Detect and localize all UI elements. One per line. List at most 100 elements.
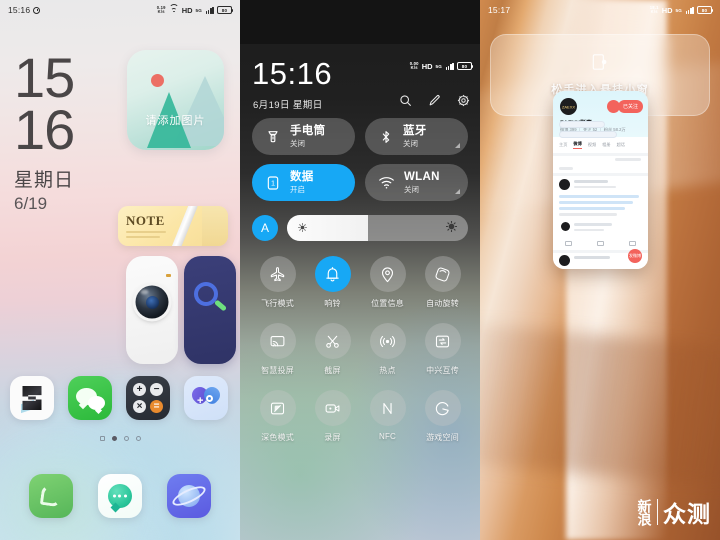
hd-icon: HD [181, 5, 193, 15]
toggle-screenshot[interactable]: 截屏 [305, 323, 360, 376]
comment-icon[interactable] [596, 241, 604, 246]
data-rate-indicator: 0.00 K/s [410, 61, 419, 70]
note-line [126, 231, 166, 233]
post-avatar [559, 255, 570, 266]
like-icon[interactable] [628, 241, 636, 246]
toggle-label: 智慧投屏 [261, 366, 294, 375]
phone-app[interactable] [28, 474, 73, 518]
calculator-app[interactable]: + − × = [126, 376, 170, 420]
signal-bars-icon [445, 62, 454, 70]
profile-chip [559, 131, 617, 138]
toggle-label: 自动旋转 [426, 299, 459, 308]
signal-bars-icon [205, 6, 214, 14]
page-dot-2[interactable] [123, 436, 129, 441]
toggle-nfc[interactable]: NFC [360, 390, 415, 443]
note-fold [202, 206, 228, 246]
weibo-app-preview[interactable]: ZAEXX 已关注 ZAEXX影事 微博 399 ｜ 关注 52 ｜ 粉丝 58… [553, 91, 648, 269]
signal-bars-icon [685, 6, 694, 14]
tile-status: 关闭 [290, 138, 305, 148]
watermark: 新浪 众测 [637, 495, 712, 529]
record-screen-icon [314, 390, 351, 426]
brightness-row: A [252, 215, 468, 241]
tab-video[interactable]: 视频 [588, 142, 596, 148]
data-rate-unit: K/s [157, 9, 165, 14]
browser-app[interactable] [167, 474, 212, 518]
toggle-label: 中兴互传 [426, 366, 459, 375]
settings-icon[interactable] [457, 94, 470, 107]
auto-rotate-icon [424, 256, 461, 292]
camera-widget[interactable] [126, 256, 178, 364]
page-dot-1[interactable] [111, 436, 117, 441]
brightness-slider[interactable] [287, 215, 468, 241]
tile-title: 蓝牙 [403, 124, 427, 137]
game-plus-icon: + [197, 395, 204, 407]
post-text-line [559, 201, 633, 204]
tile-wlan[interactable]: WLAN 关闭 [365, 164, 468, 201]
toggle-hotspot[interactable]: 热点 [360, 323, 415, 376]
edit-icon[interactable] [428, 94, 441, 107]
toggle-ringer[interactable]: 响铃 [305, 256, 360, 309]
tile-bluetooth[interactable]: 蓝牙 关闭 [365, 118, 468, 155]
clock-weekday: 星期日 [14, 170, 75, 192]
photo-widget[interactable]: 请添加图片 [127, 50, 224, 150]
cast-screen-icon [259, 323, 296, 359]
toggle-auto-rotate[interactable]: 自动旋转 [415, 256, 470, 309]
follow-button[interactable]: 已关注 [617, 100, 643, 113]
statusbar-home: 15:16 0.19 K/s HD 5G 80 [0, 0, 240, 20]
tile-flashlight[interactable]: 手电筒 关闭 [252, 118, 355, 155]
page-dot-3[interactable] [135, 436, 141, 441]
toggle-location[interactable]: 位置信息 [360, 256, 415, 309]
expand-corner-icon[interactable] [455, 143, 460, 148]
tile-status: 关闭 [403, 138, 418, 148]
sketch-app[interactable] [10, 376, 54, 420]
compose-button[interactable]: 发微博 [628, 249, 642, 263]
nfc-icon [369, 390, 406, 426]
note-widget[interactable]: NOTE [118, 206, 228, 246]
control-center-header-backdrop [240, 0, 480, 44]
filter-row [615, 158, 641, 161]
tile-title: 数据 [290, 170, 314, 183]
sun-large-icon [445, 219, 458, 237]
toggle-screen-record[interactable]: 录屏 [305, 390, 360, 443]
tile-title: WLAN [404, 170, 440, 183]
wechat-bubble-small-icon [88, 396, 105, 410]
toggle-airplane-mode[interactable]: 飞行模式 [250, 256, 305, 309]
airplane-icon [259, 256, 296, 292]
repost-icon[interactable] [565, 241, 573, 246]
location-pin-icon [369, 256, 406, 292]
section-label [559, 167, 573, 170]
toggle-zte-transfer[interactable]: 中兴互传 [415, 323, 470, 376]
games-app[interactable]: + [184, 376, 228, 420]
statusbar-time: 15:17 [488, 5, 511, 15]
tab-album[interactable]: 相册 [602, 142, 610, 148]
tile-mobile-data[interactable]: 1 数据 开启 [252, 164, 355, 201]
messages-app[interactable] [97, 474, 142, 518]
message-dots-icon [112, 494, 127, 498]
photo-widget-placeholder: 请添加图片 [145, 115, 206, 127]
tab-weibo[interactable]: 微博 [573, 141, 581, 149]
dock [0, 466, 240, 526]
panel-floating-window: 15:17 18.1 K/s HD 5G 80 松手进入悬挂小窗 ZAEXX 已… [480, 0, 720, 540]
data-rate-indicator: 18.1 K/s [650, 5, 659, 14]
watermark-brand-right: 众测 [663, 501, 711, 527]
clock-widget[interactable]: 15 16 星期日 6/19 [14, 50, 75, 214]
network-type-label: 5G [675, 7, 683, 13]
preview-tabs: 主页 微博 视频 相册 超话 [553, 141, 648, 149]
toggle-game-space[interactable]: 游戏空间 [415, 390, 470, 443]
preview-feed: 主页 微博 视频 相册 超话 发微博 [553, 121, 648, 269]
auto-brightness-button[interactable]: A [252, 215, 278, 241]
expand-corner-icon[interactable] [455, 189, 460, 194]
tab-home[interactable]: 主页 [559, 142, 567, 148]
minus-icon: − [150, 383, 163, 396]
search-widget[interactable] [184, 256, 236, 364]
page-dot-0[interactable] [99, 436, 105, 441]
toggle-smart-cast[interactable]: 智慧投屏 [250, 323, 305, 376]
search-icon[interactable] [399, 94, 412, 107]
toggle-dark-mode[interactable]: 深色模式 [250, 390, 305, 443]
post-text-line [559, 207, 625, 210]
post-text-line [559, 195, 639, 198]
note-label: NOTE [126, 213, 165, 228]
sun-small-icon [298, 219, 307, 237]
tab-super[interactable]: 超话 [617, 142, 625, 148]
wechat-app[interactable] [68, 376, 112, 420]
